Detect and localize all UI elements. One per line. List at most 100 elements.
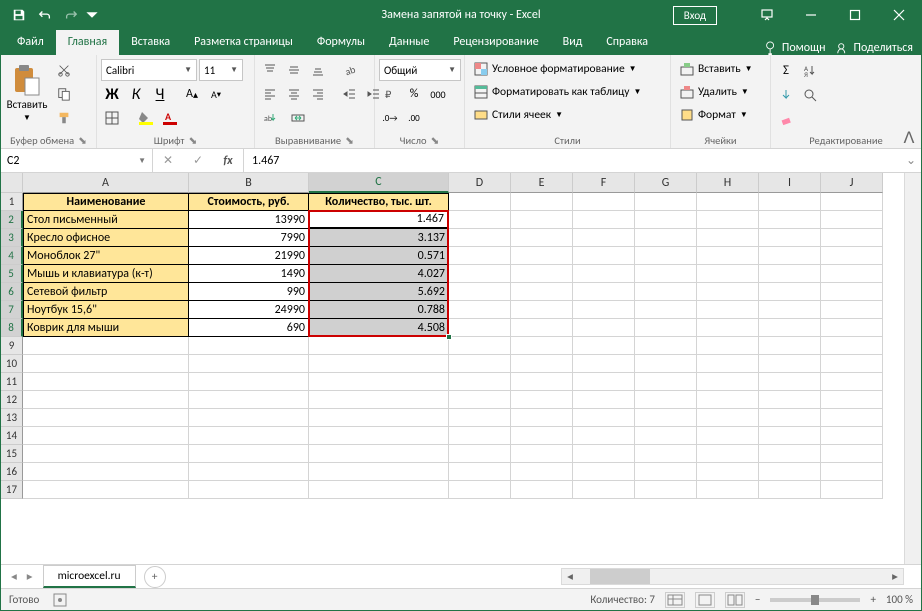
login-button[interactable]: Вход [673,6,717,25]
cell[interactable] [697,265,759,283]
cell[interactable] [511,409,573,427]
cell[interactable] [23,337,189,355]
zoom-in-icon[interactable]: + [870,593,875,606]
cell[interactable] [511,211,573,229]
column-headers[interactable]: ABCDEFGHIJ [23,173,883,193]
cell[interactable] [449,337,511,355]
cell[interactable] [697,445,759,463]
cell[interactable] [759,355,821,373]
cell[interactable] [573,265,635,283]
cell[interactable] [189,337,309,355]
cell[interactable] [635,391,697,409]
shrink-font-icon[interactable]: A▾ [205,83,227,105]
header-cost[interactable]: Стоимость, руб. [189,193,309,211]
cell-styles-button[interactable]: Стили ячеек▼ [469,105,646,125]
cell[interactable] [309,463,449,481]
cell[interactable] [449,445,511,463]
cell[interactable] [449,247,511,265]
col-header-G[interactable]: G [635,173,697,193]
tell-me[interactable]: Помощн [764,41,826,55]
cell[interactable] [309,373,449,391]
cell[interactable] [759,229,821,247]
cell[interactable] [23,463,189,481]
cell[interactable] [449,229,511,247]
cell[interactable] [635,229,697,247]
cell[interactable] [759,481,821,499]
cell[interactable] [821,463,883,481]
cell[interactable] [759,427,821,445]
cell[interactable] [697,373,759,391]
cell[interactable] [635,265,697,283]
paste-button[interactable]: Вставить ▼ [5,59,49,127]
cell[interactable] [697,463,759,481]
cell[interactable] [759,391,821,409]
cell[interactable] [189,427,309,445]
header-name[interactable]: Наименование [23,193,189,211]
tab-view[interactable]: Вид [551,30,595,55]
cell[interactable] [759,373,821,391]
autosum-icon[interactable]: Σ [775,59,797,81]
cell[interactable] [449,355,511,373]
font-color-icon[interactable]: А [159,107,181,129]
zoom-out-icon[interactable]: − [755,593,760,606]
cell-qty-2[interactable]: 0.571 [309,247,449,265]
redo-icon[interactable] [59,3,83,27]
cell[interactable] [511,373,573,391]
cell[interactable] [821,391,883,409]
cell[interactable] [697,247,759,265]
alignment-launcher-icon[interactable]: ⬊ [345,134,354,147]
page-layout-view-icon[interactable] [695,592,715,608]
cell-name-1[interactable]: Кресло офисное [23,229,189,247]
cell-name-2[interactable]: Моноблок 27" [23,247,189,265]
accounting-icon[interactable]: ₽ [379,83,401,105]
align-left-icon[interactable] [259,83,281,105]
cell[interactable] [511,229,573,247]
cell[interactable] [511,247,573,265]
cell[interactable] [23,391,189,409]
collapse-ribbon-icon[interactable]: ᐱ [901,130,917,146]
cell[interactable] [821,337,883,355]
tab-formulas[interactable]: Формулы [305,30,377,55]
cancel-formula-icon[interactable]: ✕ [153,153,183,168]
cell[interactable] [759,211,821,229]
cell[interactable] [635,337,697,355]
macro-record-icon[interactable] [53,593,67,607]
col-header-E[interactable]: E [511,173,573,193]
comma-icon[interactable]: 000 [427,83,449,105]
save-icon[interactable] [7,3,31,27]
cell[interactable] [821,265,883,283]
cell[interactable] [635,355,697,373]
bold-button[interactable]: Ж [101,83,123,105]
cell[interactable] [23,355,189,373]
cell[interactable] [309,391,449,409]
cell[interactable] [635,319,697,337]
align-center-icon[interactable] [283,83,305,105]
cell-qty-4[interactable]: 5.692 [309,283,449,301]
cell[interactable] [821,193,883,211]
cell[interactable] [573,229,635,247]
cell[interactable] [635,373,697,391]
cell[interactable] [511,391,573,409]
cell-name-6[interactable]: Коврик для мыши [23,319,189,337]
percent-icon[interactable]: % [403,83,425,105]
font-name-combo[interactable]: Calibri▼ [101,59,197,81]
cell[interactable] [449,409,511,427]
cut-icon[interactable] [53,59,75,81]
cell[interactable] [821,445,883,463]
cell[interactable] [635,193,697,211]
share-button[interactable]: Поделиться [836,41,913,55]
cell[interactable] [635,463,697,481]
cell[interactable] [821,211,883,229]
cell[interactable] [697,193,759,211]
row-header-5[interactable]: 5 [1,265,23,283]
cell[interactable] [759,247,821,265]
cell[interactable] [23,481,189,499]
row-header-2[interactable]: 2 [1,211,23,229]
underline-button[interactable]: Ч [149,83,171,105]
sort-filter-icon[interactable]: AЯ [799,59,821,81]
formula-input[interactable]: 1.467 [244,149,901,172]
cell[interactable] [697,427,759,445]
cell[interactable] [697,229,759,247]
cell[interactable] [821,229,883,247]
cell[interactable] [759,445,821,463]
